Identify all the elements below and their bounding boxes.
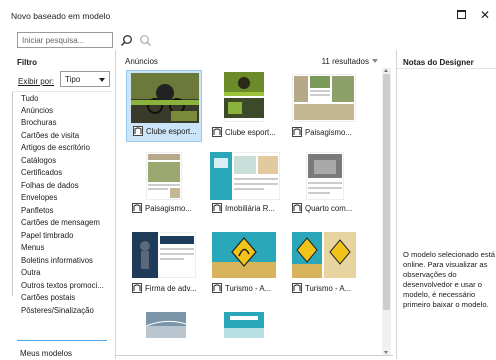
template-label: Turismo - A...	[225, 284, 272, 293]
category-item[interactable]: Cartões postais	[21, 293, 75, 302]
category-item[interactable]: Papel timbrado	[21, 231, 73, 240]
template-label: Clube esport...	[146, 127, 197, 136]
category-item[interactable]: Catálogos	[21, 156, 56, 165]
divider	[17, 340, 107, 341]
zoom-icon[interactable]	[139, 34, 152, 47]
category-item[interactable]: Cartões de mensagem	[21, 218, 100, 227]
category-item[interactable]: Menus	[21, 243, 44, 252]
category-item[interactable]: Certificados	[21, 168, 62, 177]
results-header: Anúncios 11 resultados	[116, 50, 393, 68]
results-panel: Anúncios 11 resultados Clube esport... C…	[115, 50, 393, 359]
template-thumbnail	[132, 232, 196, 278]
template-label: Clube esport...	[225, 128, 276, 137]
my-models-link[interactable]: Meus modelos	[20, 349, 72, 358]
template-icon	[132, 203, 142, 213]
template-tile[interactable]	[126, 306, 202, 338]
maximize-icon	[456, 9, 466, 19]
template-tile[interactable]: Firma de adv...	[126, 226, 202, 298]
category-item[interactable]: Anúncios	[21, 106, 53, 115]
template-icon	[212, 283, 222, 293]
template-tile[interactable]: Quarto com...	[286, 146, 362, 218]
close-button[interactable]: ✕	[478, 8, 492, 22]
designer-notes-title: Notas do Designer	[403, 58, 474, 67]
template-label: Turismo - A...	[305, 284, 352, 293]
category-item[interactable]: Brochuras	[21, 118, 57, 127]
category-item[interactable]: Pôsteres/Sinalização	[21, 306, 94, 315]
category-item[interactable]: Boletins informativos	[21, 256, 93, 265]
template-icon	[133, 126, 143, 136]
template-thumbnail	[146, 312, 186, 338]
template-thumbnail	[292, 74, 356, 122]
template-tile[interactable]: Clube esport...	[126, 70, 202, 142]
template-tile[interactable]: Paisagismo...	[286, 70, 362, 142]
filter-title: Filtro	[17, 58, 37, 67]
category-item[interactable]: Envelopes	[21, 193, 57, 202]
category-item[interactable]: Panfletos	[21, 206, 54, 215]
designer-note-text: O modelo selecionado está online. Para v…	[403, 250, 496, 309]
template-thumbnail	[292, 232, 356, 278]
template-label: Imobiliária R...	[225, 204, 275, 213]
show-by-text: Exibir por:	[18, 77, 55, 86]
category-item[interactable]: Folhas de dados	[21, 181, 79, 190]
template-thumbnail	[146, 152, 182, 200]
filter-panel: Filtro Exibir por: Tipo Tudo Anúncios Br…	[12, 50, 112, 359]
template-icon	[292, 203, 302, 213]
template-label: Firma de adv...	[145, 284, 197, 293]
search-input[interactable]	[17, 32, 113, 48]
template-thumbnail	[224, 312, 264, 338]
bottom-divider	[116, 355, 393, 360]
scroll-down-icon[interactable]	[384, 351, 388, 354]
template-icon	[292, 283, 302, 293]
divider	[397, 68, 496, 69]
window-title: Novo baseado em modelo	[11, 11, 111, 21]
category-item[interactable]: Tudo	[21, 94, 38, 103]
scroll-up-icon[interactable]	[384, 69, 388, 72]
show-by-select[interactable]: Tipo	[60, 71, 110, 87]
template-tile[interactable]: Turismo - A...	[206, 226, 282, 298]
show-by-value: Tipo	[65, 75, 81, 84]
template-label: Paisagismo...	[145, 204, 192, 213]
template-thumbnail	[131, 73, 199, 123]
category-item[interactable]: Outros textos promoci...	[21, 281, 104, 290]
template-icon	[212, 203, 222, 213]
results-count[interactable]: 11 resultados	[322, 57, 369, 66]
category-title: Anúncios	[125, 57, 158, 66]
scroll-thumb[interactable]	[383, 74, 390, 310]
chevron-down-icon	[99, 78, 105, 82]
template-thumbnail	[224, 72, 264, 122]
title-bar: Novo baseado em modelo ✕	[0, 0, 496, 30]
category-item[interactable]: Cartões de visita	[21, 131, 79, 140]
template-thumbnail	[306, 152, 344, 200]
show-by-label: Exibir por:	[18, 77, 54, 86]
results-scrollbar[interactable]	[382, 68, 391, 355]
template-icon	[292, 127, 302, 137]
template-tile[interactable]: Turismo - A...	[286, 226, 362, 298]
maximize-button[interactable]	[454, 8, 468, 22]
category-list: Tudo Anúncios Brochuras Cartões de visit…	[12, 91, 112, 315]
template-thumbnail	[210, 152, 280, 200]
chevron-down-icon[interactable]	[372, 59, 378, 63]
category-item[interactable]: Artigos de escritório	[21, 143, 90, 152]
designer-notes-panel: Notas do Designer O modelo selecionado e…	[396, 50, 496, 359]
template-thumbnail	[212, 232, 276, 278]
template-tile[interactable]: Clube esport...	[206, 70, 282, 142]
template-label: Quarto com...	[305, 204, 353, 213]
template-icon	[212, 127, 222, 137]
template-tile[interactable]	[206, 306, 282, 338]
search-icon[interactable]	[120, 34, 133, 47]
template-label: Paisagismo...	[305, 128, 352, 137]
template-tile[interactable]: Imobiliária R...	[206, 146, 282, 218]
template-tile[interactable]: Paisagismo...	[126, 146, 202, 218]
template-icon	[132, 283, 142, 293]
category-item[interactable]: Outra	[21, 268, 41, 277]
